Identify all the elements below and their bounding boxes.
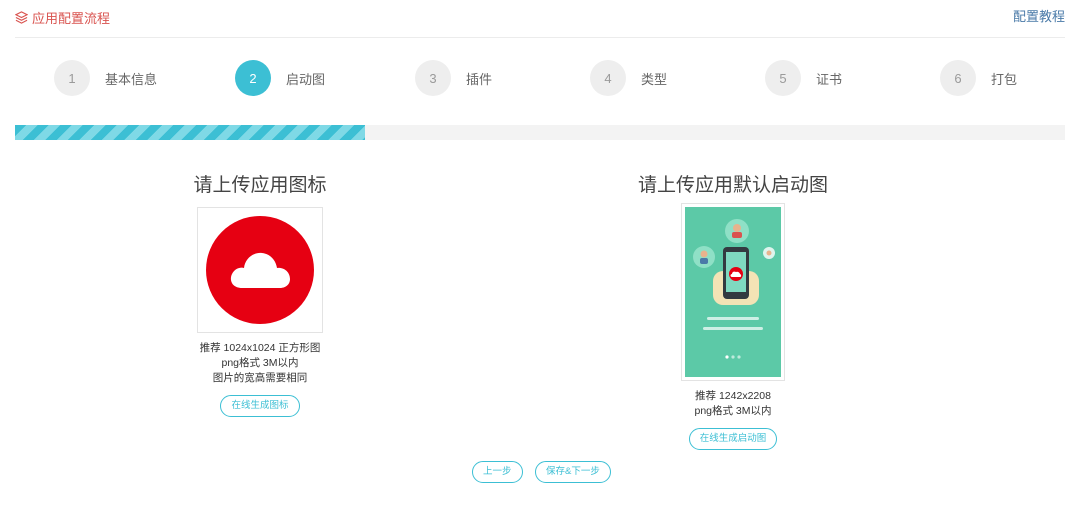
step-number: 5 bbox=[765, 60, 801, 96]
step-label: 启动图 bbox=[286, 71, 326, 87]
app-icon-upload[interactable] bbox=[197, 207, 323, 333]
splash-illustration bbox=[693, 219, 775, 359]
splash-upload-section: 请上传应用默认启动图 推荐 1242x2208 png格式 3M以内 在线生成启… bbox=[618, 170, 848, 450]
splash-hint-size: 推荐 1242x2208 bbox=[695, 390, 771, 402]
step-label: 证书 bbox=[816, 71, 843, 87]
icon-upload-section: 请上传应用图标 推荐 1024x1024 正方形图 png格式 3M以内 图片的… bbox=[160, 170, 360, 417]
step-label: 基本信息 bbox=[105, 71, 158, 87]
step-number: 1 bbox=[54, 60, 90, 96]
step-number: 6 bbox=[940, 60, 976, 96]
layers-icon bbox=[15, 11, 28, 24]
splash-image-upload[interactable] bbox=[681, 203, 785, 381]
step-number: 2 bbox=[235, 60, 271, 96]
step-number: 4 bbox=[590, 60, 626, 96]
icon-upload-title: 请上传应用图标 bbox=[193, 175, 327, 196]
tutorial-link[interactable]: 配置教程 bbox=[1013, 6, 1065, 25]
page-title: 应用配置流程 bbox=[15, 8, 110, 27]
icon-hint-size: 推荐 1024x1024 正方形图 bbox=[199, 342, 321, 354]
step-splash[interactable]: 2 启动图 bbox=[235, 60, 325, 96]
page-title-text: 应用配置流程 bbox=[32, 11, 111, 26]
step-number: 3 bbox=[415, 60, 451, 96]
step-certificate[interactable]: 5 证书 bbox=[765, 60, 842, 96]
stepper: 1 基本信息 2 启动图 3 插件 4 类型 5 证书 6 打包 bbox=[15, 60, 1065, 100]
step-label: 插件 bbox=[466, 71, 493, 87]
cloud-icon bbox=[230, 252, 290, 288]
icon-hint-ratio: 图片的宽高需要相同 bbox=[212, 372, 308, 384]
splash-preview bbox=[685, 207, 781, 377]
step-label: 类型 bbox=[641, 71, 668, 87]
splash-upload-title: 请上传应用默认启动图 bbox=[637, 175, 828, 196]
splash-hint-format: png格式 3M以内 bbox=[694, 405, 772, 417]
step-type[interactable]: 4 类型 bbox=[590, 60, 667, 96]
icon-hint-format: png格式 3M以内 bbox=[221, 357, 299, 369]
step-label: 打包 bbox=[991, 71, 1018, 87]
progress-bar bbox=[15, 125, 1065, 140]
step-basic-info[interactable]: 1 基本信息 bbox=[54, 60, 157, 96]
top-bar: 应用配置流程 配置教程 bbox=[15, 0, 1065, 38]
generate-splash-button[interactable]: 在线生成启动图 bbox=[688, 428, 778, 450]
save-next-button[interactable]: 保存&下一步 bbox=[535, 461, 611, 483]
generate-icon-button[interactable]: 在线生成图标 bbox=[220, 395, 300, 417]
app-icon-preview bbox=[206, 216, 314, 324]
step-plugins[interactable]: 3 插件 bbox=[415, 60, 492, 96]
prev-step-button[interactable]: 上一步 bbox=[472, 461, 523, 483]
step-package[interactable]: 6 打包 bbox=[940, 60, 1017, 96]
progress-fill bbox=[15, 125, 365, 140]
